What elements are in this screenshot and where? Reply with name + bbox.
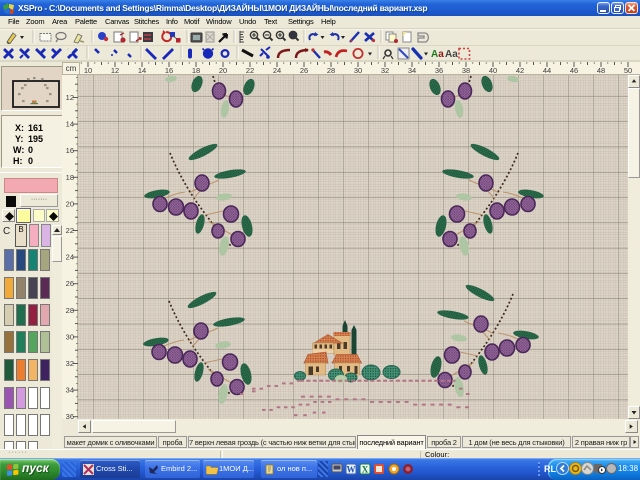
svg-text:36: 36 [66, 412, 74, 419]
svg-text:26: 26 [66, 279, 74, 288]
svg-text:28: 28 [327, 66, 335, 75]
svg-text:18: 18 [192, 66, 200, 75]
svg-text:Aa: Aa [431, 49, 444, 60]
svg-text:44: 44 [543, 66, 551, 75]
svg-text:14: 14 [66, 120, 74, 129]
svg-text:26: 26 [300, 66, 308, 75]
svg-text:38: 38 [462, 66, 470, 75]
svg-text:40: 40 [489, 66, 497, 75]
svg-text:X: X [362, 465, 369, 475]
svg-text:50: 50 [624, 66, 632, 75]
svg-text:42: 42 [516, 66, 524, 75]
svg-text:Aa: Aa [445, 49, 458, 60]
svg-text:24: 24 [66, 253, 74, 262]
svg-text:48: 48 [597, 66, 605, 75]
svg-text:12: 12 [111, 66, 119, 75]
svg-text:12: 12 [66, 93, 74, 102]
svg-text:18: 18 [66, 173, 74, 182]
svg-text:22: 22 [246, 66, 254, 75]
svg-text:24: 24 [273, 66, 281, 75]
svg-text:32: 32 [66, 359, 74, 368]
svg-text:46: 46 [570, 66, 578, 75]
svg-text:16: 16 [165, 66, 173, 75]
svg-text:32: 32 [381, 66, 389, 75]
svg-text:10: 10 [84, 66, 92, 75]
svg-text:W: W [347, 465, 356, 475]
svg-text:14: 14 [138, 66, 146, 75]
svg-text:20: 20 [219, 66, 227, 75]
svg-text:16: 16 [66, 146, 74, 155]
svg-text:28: 28 [66, 306, 74, 315]
svg-text:20: 20 [66, 199, 74, 208]
svg-text:36: 36 [435, 66, 443, 75]
svg-text:30: 30 [66, 332, 74, 341]
svg-text:30: 30 [354, 66, 362, 75]
svg-text:22: 22 [66, 226, 74, 235]
svg-text:34: 34 [66, 386, 74, 395]
svg-text:34: 34 [408, 66, 416, 75]
